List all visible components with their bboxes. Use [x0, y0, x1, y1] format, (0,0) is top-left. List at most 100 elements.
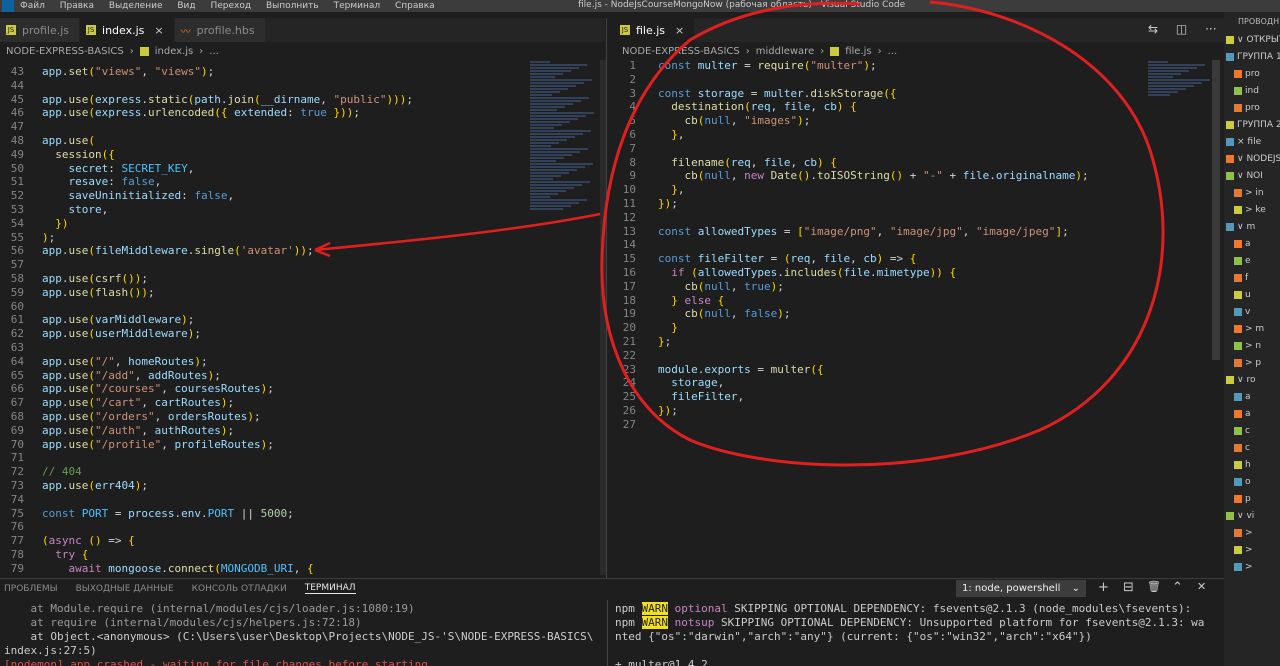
explorer-item[interactable]: ∨ ОТКРЫТЫ [1224, 32, 1280, 49]
code-line[interactable] [42, 451, 413, 465]
minimap[interactable] [1148, 60, 1216, 110]
code-line[interactable] [42, 300, 413, 314]
tab-file-js[interactable]: JS file.js × [614, 18, 696, 42]
code-line[interactable]: } else { [658, 294, 1089, 308]
code-line[interactable] [42, 120, 413, 134]
code-line[interactable] [658, 211, 1089, 225]
code-line[interactable]: app.use("/orders", ordersRoutes); [42, 410, 413, 424]
explorer-item[interactable]: > n [1224, 338, 1280, 355]
code-line[interactable]: app.use(userMiddleware); [42, 327, 413, 341]
split-terminal-icon[interactable]: ⊟ [1123, 580, 1134, 595]
code-line[interactable] [42, 493, 413, 507]
code-line[interactable]: (async () => { [42, 534, 413, 548]
code-line[interactable]: cb(null, new Date().toISOString() + "-" … [658, 169, 1089, 183]
menu-go[interactable]: Переход [211, 1, 252, 11]
tab-problems[interactable]: ПРОБЛЕМЫ [4, 584, 58, 594]
code-line[interactable]: }, [658, 128, 1089, 142]
code-line[interactable]: } [658, 321, 1089, 335]
menu-file[interactable]: Файл [20, 1, 45, 11]
close-icon[interactable]: × [675, 24, 684, 37]
more-actions-icon[interactable]: ··· [1205, 22, 1216, 36]
terminal-left[interactable]: at Module.require (internal/modules/cjs/… [4, 602, 604, 666]
code-line[interactable]: resave: false, [42, 175, 413, 189]
maximize-panel-icon[interactable]: ⌃ [1172, 580, 1183, 595]
code-line[interactable]: app.use("/cart", cartRoutes); [42, 396, 413, 410]
tab-output[interactable]: ВЫХОДНЫЕ ДАННЫЕ [76, 584, 174, 594]
code-line[interactable]: }) [42, 217, 413, 231]
menu-terminal[interactable]: Терминал [334, 1, 381, 11]
tab-terminal[interactable]: ТЕРМИНАЛ [304, 583, 356, 594]
close-panel-icon[interactable]: ✕ [1197, 580, 1206, 593]
code-line[interactable]: app.use("/add", addRoutes); [42, 369, 413, 383]
terminal-divider[interactable] [607, 600, 608, 666]
explorer-item[interactable]: > in [1224, 185, 1280, 202]
menu-edit[interactable]: Правка [60, 1, 94, 11]
code-line[interactable]: session({ [42, 148, 413, 162]
tab-profile-hbs[interactable]: 〰 profile.hbs [174, 18, 266, 42]
code-line[interactable]: app.use(err404); [42, 479, 413, 493]
code-line[interactable]: const allowedTypes = ["image/png", "imag… [658, 225, 1089, 239]
code-line[interactable]: app.use("/auth", authRoutes); [42, 424, 413, 438]
code-line[interactable] [42, 341, 413, 355]
explorer-item[interactable]: h [1224, 457, 1280, 474]
trash-icon[interactable]: 🗑 [1147, 580, 1161, 593]
explorer-item[interactable]: > ke [1224, 202, 1280, 219]
code-line[interactable]: app.use(varMiddleware); [42, 313, 413, 327]
code-line[interactable]: }; [658, 335, 1089, 349]
code-line[interactable]: destination(req, file, cb) { [658, 100, 1089, 114]
code-line[interactable] [658, 73, 1089, 87]
explorer-item[interactable]: > m [1224, 321, 1280, 338]
split-editor-icon[interactable]: ◫ [1176, 22, 1187, 36]
explorer-item[interactable]: c [1224, 440, 1280, 457]
terminal-selector[interactable]: 1: node, powershell ⌄ [956, 580, 1086, 597]
menu-view[interactable]: Вид [177, 1, 195, 11]
menu-selection[interactable]: Выделение [109, 1, 163, 11]
code-line[interactable]: app.use(fileMiddleware.single('avatar'))… [42, 244, 413, 258]
code-line[interactable]: cb(null, false); [658, 307, 1089, 321]
code-line[interactable]: try { [42, 548, 413, 562]
explorer-item[interactable]: ind [1224, 83, 1280, 100]
explorer-item[interactable]: > [1224, 525, 1280, 542]
breadcrumb-folder[interactable]: NODE-EXPRESS-BASICS [622, 46, 740, 57]
breadcrumb-folder[interactable]: NODE-EXPRESS-BASICS [6, 46, 124, 57]
code-line[interactable]: const multer = require("multer"); [658, 59, 1089, 73]
code-line[interactable]: const storage = multer.diskStorage({ [658, 87, 1089, 101]
code-line[interactable]: const fileFilter = (req, file, cb) => { [658, 252, 1089, 266]
code-line[interactable]: filename(req, file, cb) { [658, 156, 1089, 170]
menu-run[interactable]: Выполнить [266, 1, 319, 11]
code-line[interactable] [658, 349, 1089, 363]
explorer-item[interactable]: o [1224, 474, 1280, 491]
explorer-item[interactable]: f [1224, 270, 1280, 287]
code-line[interactable]: secret: SECRET_KEY, [42, 162, 413, 176]
tab-index-js[interactable]: JS index.js × [80, 18, 175, 42]
explorer-item[interactable]: ГРУППА 2 [1224, 117, 1280, 134]
code-line[interactable]: app.use(express.urlencoded({ extended: t… [42, 106, 413, 120]
code-line[interactable]: app.use(express.static(path.join(__dirna… [42, 93, 413, 107]
right-code-editor[interactable]: 1 2 3 4 5 6 7 8 9 10 11 12 13 14 15 16 17 18 19 20 21 22 23 24 2… [612, 59, 1132, 574]
explorer-item[interactable]: ∨ NODEJSCO [1224, 151, 1280, 168]
terminal-right[interactable]: npm WARN optional SKIPPING OPTIONAL DEPE… [615, 602, 1220, 666]
tab-profile-js[interactable]: JS profile.js [0, 18, 81, 42]
editor-divider[interactable] [606, 18, 607, 578]
explorer-item[interactable]: u [1224, 287, 1280, 304]
new-terminal-icon[interactable]: + [1098, 580, 1109, 595]
explorer-item[interactable]: ∨ NOI [1224, 168, 1280, 185]
explorer-item[interactable]: ∨ m [1224, 219, 1280, 236]
code-line[interactable]: }); [658, 197, 1089, 211]
explorer-item[interactable]: > p [1224, 355, 1280, 372]
code-line[interactable] [658, 238, 1089, 252]
code-line[interactable] [42, 520, 413, 534]
scrollbar[interactable] [1212, 60, 1220, 360]
code-line[interactable]: app.use(flash()); [42, 286, 413, 300]
explorer-item[interactable]: ∨ ro [1224, 372, 1280, 389]
breadcrumb-folder[interactable]: middleware [756, 46, 815, 57]
code-line[interactable]: module.exports = multer({ [658, 363, 1089, 377]
code-line[interactable]: app.use("/courses", coursesRoutes); [42, 382, 413, 396]
code-line[interactable]: fileFilter, [658, 390, 1089, 404]
explorer-item[interactable]: > [1224, 559, 1280, 576]
code-line[interactable]: app.use( [42, 134, 413, 148]
explorer-item[interactable]: a [1224, 236, 1280, 253]
code-line[interactable]: await mongoose.connect(MONGODB_URI, { [42, 562, 413, 575]
code-line[interactable]: // 404 [42, 465, 413, 479]
code-area[interactable]: app.set("views", "views"); app.use(expre… [42, 65, 413, 575]
